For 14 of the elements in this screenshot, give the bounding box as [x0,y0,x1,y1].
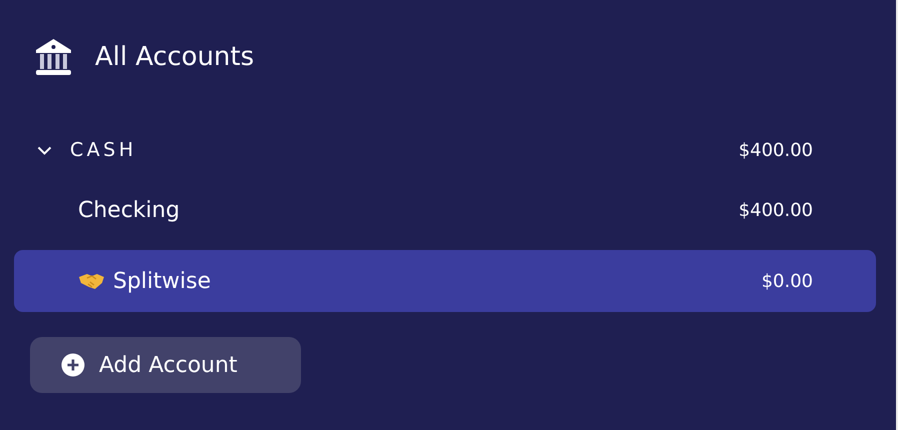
group-header[interactable]: CASH $400.00 [0,130,896,170]
chevron-icon [37,146,52,154]
bank-icon [35,38,72,76]
account-item[interactable]: Splitwise $0.00 [14,250,876,312]
page-title: All Accounts [95,40,254,74]
account-name: Checking [78,196,181,224]
account-item[interactable]: Checking $400.00 [14,179,876,241]
add-account-button[interactable]: Add Account [30,337,301,393]
account-name: Splitwise [113,268,212,296]
account-balance: $400.00 [738,198,813,222]
group-name: CASH [70,138,138,163]
plus-icon [61,353,85,377]
group-total: $400.00 [738,138,813,162]
account-balance: $0.00 [761,270,813,294]
